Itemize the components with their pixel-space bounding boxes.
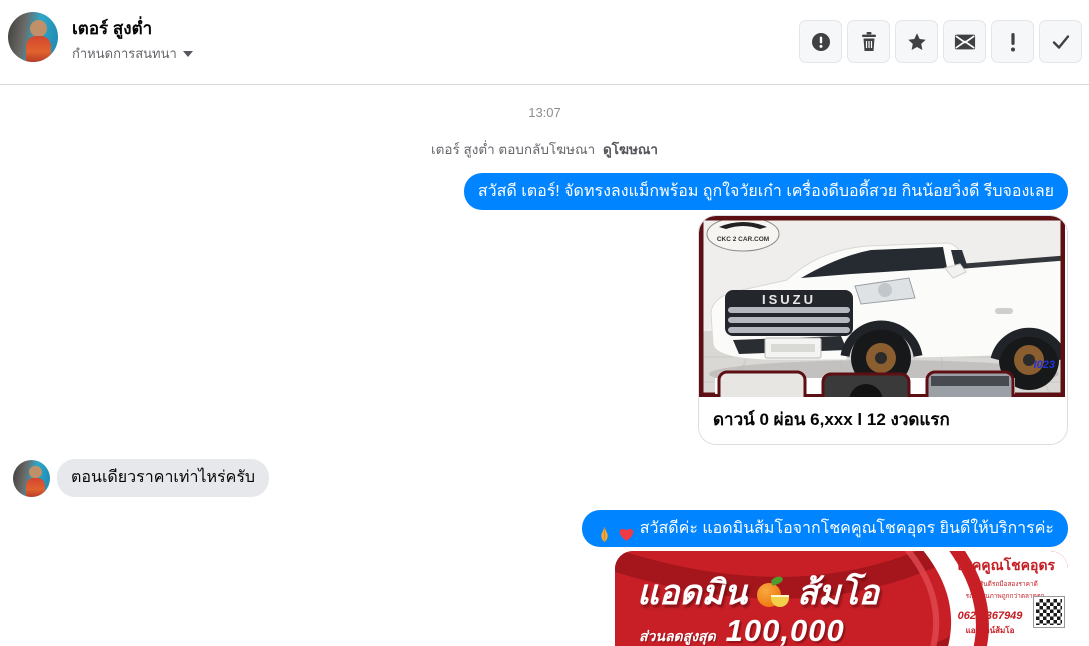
banner-brand-subline-1: การันตีรถมือสองราคาดี	[972, 581, 1038, 588]
schedule-dropdown[interactable]: กำหนดการสนทนา	[72, 43, 193, 64]
trash-icon	[859, 31, 879, 53]
grille-brand-text: ISUZU	[762, 292, 816, 307]
admin-intro-text: สวัสดีค่ะ แอดมินส้มโอจากโชคคูณโชคอุดร ยิ…	[639, 520, 1054, 537]
incoming-message-question[interactable]: ตอนเดียวราคาเท่าไหร่ครับ	[57, 459, 270, 497]
banner-title-right: ส้มโอ	[797, 574, 879, 612]
banner-title-left: แอดมิน	[637, 574, 748, 612]
check-icon	[1050, 31, 1072, 53]
mark-unread-button[interactable]	[943, 20, 986, 63]
red-heart-emoji	[618, 520, 635, 541]
car-photo-card[interactable]: ISUZU CKC 2 CAR.COM I023 ดาวน์ 0 ผ่อน 6,…	[698, 215, 1068, 445]
car-photo: ISUZU CKC 2 CAR.COM I023	[699, 216, 1065, 397]
status-text: เตอร์ สูงต่ำ ตอบกลับโฆษณา	[431, 142, 596, 157]
car-card-caption: ดาวน์ 0 ผ่อน 6,xxx l 12 งวดแรก	[699, 397, 1067, 444]
exclamation-icon	[1009, 31, 1017, 53]
qr-code	[1033, 596, 1065, 628]
view-ad-link[interactable]: ดูโฆษณา	[603, 142, 658, 157]
mark-unread-icon	[954, 33, 976, 51]
discount-label: ส่วนลดสูงสุด	[639, 628, 716, 644]
dealer-badge: CKC 2 CAR.COM	[706, 216, 780, 252]
banner-title: แอดมิน ส้มโอ	[637, 565, 879, 619]
conversation-toolbar	[799, 20, 1082, 63]
pomelo-fruit-icon	[755, 575, 790, 607]
conversation-header: เตอร์ สูงต่ำ กำหนดการสนทนา	[0, 0, 1089, 85]
banner-brand-name: โชคคูณโชคอุดร	[954, 557, 1056, 573]
outgoing-message-admin-intro[interactable]: สวัสดีค่ะ แอดมินส้มโอจากโชคคูณโชคอุดร ยิ…	[581, 510, 1068, 547]
contact-avatar[interactable]	[8, 12, 58, 62]
photo-code: I023	[1034, 359, 1055, 371]
folded-hands-emoji	[596, 520, 613, 542]
contact-name: เตอร์ สูงต่ำ	[72, 19, 153, 38]
conversation-window: เตอร์ สูงต่ำ กำหนดการสนทนา 13:07 เตอร์ ส…	[0, 0, 1089, 646]
priority-button[interactable]	[991, 20, 1034, 63]
schedule-dropdown-label: กำหนดการสนทนา	[72, 46, 177, 61]
report-button[interactable]	[799, 20, 842, 63]
promo-banner-image[interactable]: แอดมิน ส้มโอ ส่วนลดสูงสุด 100,000 โชคคูณ…	[615, 551, 1068, 646]
delete-button[interactable]	[847, 20, 890, 63]
report-icon	[810, 31, 832, 53]
chat-area: 13:07 เตอร์ สูงต่ำ ตอบกลับโฆษณา ดูโฆษณา …	[0, 85, 1089, 646]
star-icon	[906, 31, 928, 53]
outgoing-message-greeting[interactable]: สวัสดี เตอร์! จัดทรงลงแม็กพร้อม ถูกใจวัย…	[463, 173, 1068, 210]
star-button[interactable]	[895, 20, 938, 63]
caret-down-icon	[182, 50, 193, 57]
timestamp: 13:07	[528, 105, 561, 120]
incoming-avatar[interactable]	[13, 460, 50, 497]
status-line: เตอร์ สูงต่ำ ตอบกลับโฆษณา ดูโฆษณา	[0, 138, 1089, 160]
dealer-badge-text: CKC 2 CAR.COM	[717, 236, 769, 243]
mark-done-button[interactable]	[1039, 20, 1082, 63]
banner-discount: ส่วนลดสูงสุด 100,000	[639, 613, 845, 646]
discount-value: 100,000	[725, 613, 845, 646]
